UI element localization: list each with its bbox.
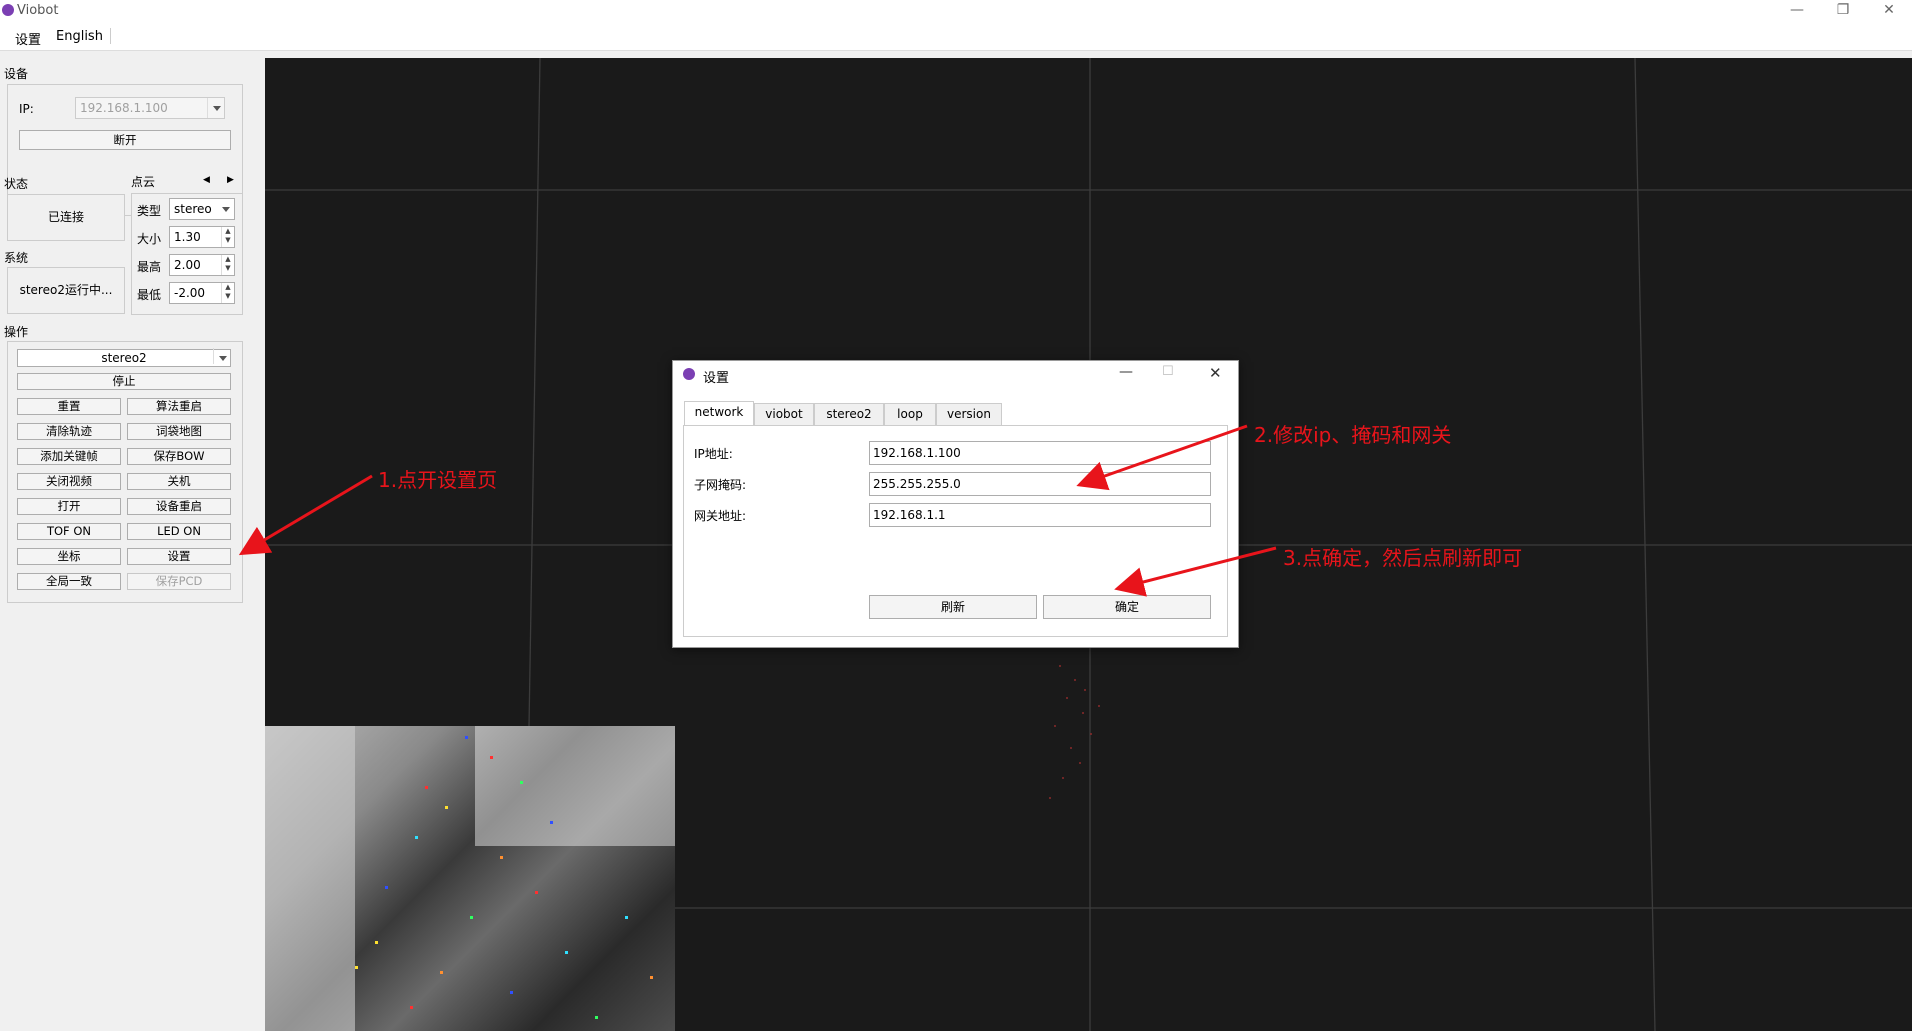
tab-loop[interactable]: loop xyxy=(884,403,936,425)
minimize-icon[interactable]: — xyxy=(1119,364,1133,380)
window-title: Viobot xyxy=(17,3,59,18)
tab-network[interactable]: network xyxy=(684,401,754,426)
prev-arrow-icon[interactable]: ◀ xyxy=(203,175,210,185)
spin-arrows-icon[interactable]: ▲ ▼ xyxy=(221,283,234,303)
minimize-button[interactable]: — xyxy=(1774,0,1820,22)
close-button[interactable]: ✕ xyxy=(1866,0,1912,22)
settings-button[interactable]: 设置 xyxy=(127,548,231,565)
menu-settings[interactable]: 设置 xyxy=(15,29,41,48)
shutdown-button[interactable]: 关机 xyxy=(127,473,231,490)
settings-dialog: 设置 — ☐ ✕ network viobot stereo2 loop ver… xyxy=(672,360,1239,648)
max-spinbox[interactable]: 2.00 ▲ ▼ xyxy=(169,254,235,276)
operation-section-label: 操作 xyxy=(4,325,29,339)
system-section-label: 系统 xyxy=(4,251,29,265)
system-box: stereo2运行中... xyxy=(7,267,125,314)
save-bow-button[interactable]: 保存BOW xyxy=(127,448,231,465)
min-spinbox[interactable]: -2.00 ▲ ▼ xyxy=(169,282,235,304)
open-button[interactable]: 打开 xyxy=(17,498,121,515)
title-bar: Viobot — ❐ ✕ xyxy=(0,0,1912,22)
save-pcd-button[interactable]: 保存PCD xyxy=(127,573,231,590)
bow-map-button[interactable]: 词袋地图 xyxy=(127,423,231,440)
global-consistency-button[interactable]: 全局一致 xyxy=(17,573,121,590)
size-value: 1.30 xyxy=(174,230,201,244)
network-tab-panel: IP地址: 192.168.1.100 子网掩码: 255.255.255.0 … xyxy=(683,425,1228,637)
chevron-down-icon xyxy=(217,199,234,219)
device-ip-combo[interactable]: 192.168.1.100 xyxy=(75,97,225,119)
device-ip-value: 192.168.1.100 xyxy=(80,101,168,115)
coordinate-button[interactable]: 坐标 xyxy=(17,548,121,565)
max-label: 最高 xyxy=(137,260,162,274)
dialog-title: 设置 xyxy=(703,371,730,386)
ip-address-label: IP地址: xyxy=(694,447,733,461)
subnet-mask-input[interactable]: 255.255.255.0 xyxy=(869,472,1211,496)
subnet-mask-label: 子网掩码: xyxy=(694,478,747,492)
feature-points xyxy=(265,726,675,1031)
gateway-input[interactable]: 192.168.1.1 xyxy=(869,503,1211,527)
min-label: 最低 xyxy=(137,288,162,302)
gateway-label: 网关地址: xyxy=(694,509,747,523)
type-value: stereo xyxy=(174,202,212,216)
tab-stereo2[interactable]: stereo2 xyxy=(814,403,884,425)
add-keyframe-button[interactable]: 添加关键帧 xyxy=(17,448,121,465)
status-value: 已连接 xyxy=(47,210,84,224)
reset-button[interactable]: 重置 xyxy=(17,398,121,415)
tab-version[interactable]: version xyxy=(936,403,1002,425)
pointcloud-section-label: 点云 xyxy=(131,175,156,189)
annotation-step2: 2.修改ip、掩码和网关 xyxy=(1254,423,1452,447)
operation-group: stereo2 停止 重置 算法重启 清除轨迹 词袋地图 添加关键帧 保存BOW… xyxy=(7,341,243,603)
refresh-button[interactable]: 刷新 xyxy=(869,595,1037,619)
clear-trajectory-button[interactable]: 清除轨迹 xyxy=(17,423,121,440)
system-value: stereo2运行中... xyxy=(19,283,113,297)
max-value: 2.00 xyxy=(174,258,201,272)
tof-on-button[interactable]: TOF ON xyxy=(17,523,121,540)
menu-bar: 设置 English xyxy=(0,22,1912,51)
size-label: 大小 xyxy=(137,232,162,246)
close-video-button[interactable]: 关闭视频 xyxy=(17,473,121,490)
chevron-down-icon xyxy=(207,98,224,118)
app-logo-icon xyxy=(683,368,695,380)
menu-english[interactable]: English xyxy=(56,29,103,44)
mode-combo[interactable]: stereo2 xyxy=(17,348,231,367)
tab-viobot[interactable]: viobot xyxy=(754,403,814,425)
size-spinbox[interactable]: 1.30 ▲ ▼ xyxy=(169,226,235,248)
device-section-label: 设备 xyxy=(4,67,29,81)
stop-button[interactable]: 停止 xyxy=(17,373,231,390)
control-panel: 设备 IP: 192.168.1.100 断开 状态 已连接 系统 stereo… xyxy=(0,51,264,1031)
algorithm-restart-button[interactable]: 算法重启 xyxy=(127,398,231,415)
annotation-step3: 3.点确定，然后点刷新即可 xyxy=(1283,546,1523,570)
status-section-label: 状态 xyxy=(4,177,29,191)
pointcloud-group: 类型 stereo 大小 1.30 ▲ ▼ 最高 2.00 ▲ ▼ 最低 -2.00… xyxy=(131,193,243,315)
ip-label: IP: xyxy=(19,102,34,116)
next-arrow-icon[interactable]: ▶ xyxy=(227,175,234,185)
restore-button[interactable]: ❐ xyxy=(1820,0,1866,22)
mode-value: stereo2 xyxy=(101,351,147,365)
device-restart-button[interactable]: 设备重启 xyxy=(127,498,231,515)
spin-arrows-icon[interactable]: ▲ ▼ xyxy=(221,227,234,247)
camera-preview xyxy=(265,726,675,1031)
ip-address-input[interactable]: 192.168.1.100 xyxy=(869,441,1211,465)
maximize-icon: ☐ xyxy=(1162,364,1174,379)
menu-separator xyxy=(110,28,111,44)
annotation-step1: 1.点开设置页 xyxy=(378,468,498,492)
close-icon[interactable]: ✕ xyxy=(1209,364,1222,382)
app-logo-icon xyxy=(2,4,14,16)
chevron-down-icon xyxy=(213,348,230,364)
type-combo[interactable]: stereo xyxy=(169,198,235,220)
spin-arrows-icon[interactable]: ▲ ▼ xyxy=(221,255,234,275)
disconnect-button[interactable]: 断开 xyxy=(19,130,231,150)
ok-button[interactable]: 确定 xyxy=(1043,595,1211,619)
min-value: -2.00 xyxy=(174,286,206,300)
status-box: 已连接 xyxy=(7,194,125,241)
led-on-button[interactable]: LED ON xyxy=(127,523,231,540)
type-label: 类型 xyxy=(137,204,162,218)
